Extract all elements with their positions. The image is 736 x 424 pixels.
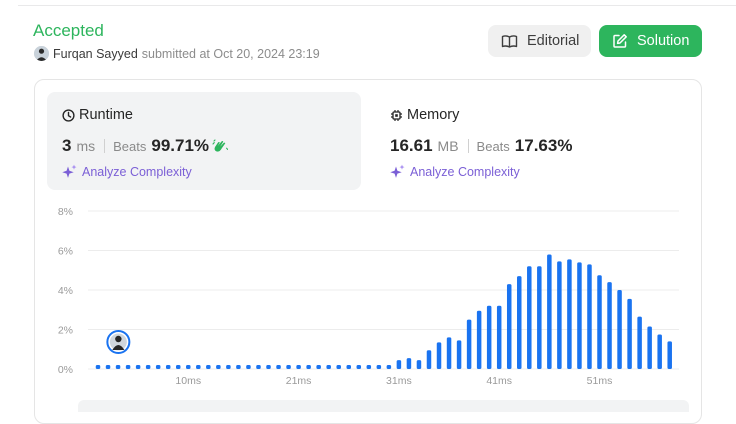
- distribution-bar[interactable]: [196, 365, 201, 369]
- distribution-bar[interactable]: [115, 365, 121, 369]
- distribution-bar[interactable]: [386, 365, 392, 369]
- distribution-bar[interactable]: [376, 365, 382, 369]
- distribution-bar[interactable]: [486, 305, 492, 369]
- distribution-bar[interactable]: [206, 365, 211, 369]
- distribution-bar[interactable]: [326, 365, 331, 369]
- distribution-bar[interactable]: [186, 365, 191, 369]
- distribution-bar[interactable]: [396, 360, 402, 369]
- y-tick-label: 2%: [58, 325, 73, 337]
- distribution-bar[interactable]: [105, 365, 111, 369]
- distribution-bar[interactable]: [346, 365, 352, 369]
- code-panel-top: [78, 400, 689, 412]
- distribution-bar[interactable]: [306, 365, 311, 369]
- distribution-bar[interactable]: [446, 337, 452, 369]
- distribution-bar[interactable]: [226, 365, 231, 369]
- x-tick-label: 51ms: [587, 375, 613, 387]
- distribution-bar[interactable]: [597, 275, 602, 369]
- x-tick-label: 41ms: [486, 375, 512, 387]
- y-tick-label: 4%: [58, 285, 73, 297]
- distribution-bar[interactable]: [155, 365, 161, 369]
- distribution-bar[interactable]: [567, 259, 572, 369]
- distribution-bar[interactable]: [476, 310, 482, 369]
- distribution-bar[interactable]: [216, 365, 221, 369]
- distribution-bar[interactable]: [316, 365, 321, 369]
- distribution-bar[interactable]: [286, 365, 291, 369]
- distribution-bar[interactable]: [647, 326, 652, 369]
- distribution-bar[interactable]: [276, 365, 281, 369]
- distribution-bar[interactable]: [587, 264, 592, 369]
- distribution-bar[interactable]: [607, 282, 612, 369]
- distribution-bar[interactable]: [135, 365, 141, 369]
- distribution-bar[interactable]: [145, 365, 151, 369]
- distribution-bar[interactable]: [125, 365, 131, 369]
- distribution-bar[interactable]: [165, 365, 171, 369]
- distribution-bar[interactable]: [266, 365, 271, 369]
- distribution-bar[interactable]: [175, 365, 181, 369]
- distribution-bar[interactable]: [496, 305, 502, 369]
- distribution-bar[interactable]: [366, 365, 372, 369]
- distribution-bar[interactable]: [667, 341, 672, 369]
- runtime-distribution-chart[interactable]: 0% 2% 4% 6% 8% 10ms 21ms 31ms 41ms 51ms: [0, 0, 736, 410]
- distribution-bar[interactable]: [236, 365, 241, 369]
- distribution-bar[interactable]: [246, 365, 251, 369]
- distribution-bar[interactable]: [657, 334, 662, 369]
- distribution-bar[interactable]: [547, 254, 552, 369]
- distribution-bar[interactable]: [406, 358, 412, 369]
- distribution-bar[interactable]: [537, 266, 542, 369]
- submission-avatar-head: [115, 335, 122, 343]
- distribution-bar[interactable]: [557, 261, 562, 369]
- distribution-bar[interactable]: [527, 266, 532, 369]
- distribution-bar[interactable]: [466, 319, 472, 369]
- x-tick-label: 10ms: [175, 375, 201, 387]
- y-tick-label: 0%: [58, 364, 73, 376]
- distribution-bar[interactable]: [95, 365, 101, 369]
- distribution-bar[interactable]: [506, 284, 512, 369]
- distribution-bar[interactable]: [627, 298, 632, 369]
- y-tick-label: 6%: [58, 246, 73, 258]
- y-tick-label: 8%: [58, 206, 73, 218]
- distribution-bar[interactable]: [296, 365, 301, 369]
- distribution-bar[interactable]: [416, 360, 422, 369]
- x-tick-label: 21ms: [286, 375, 312, 387]
- distribution-bar[interactable]: [617, 290, 622, 369]
- distribution-bar[interactable]: [456, 340, 462, 369]
- distribution-bar[interactable]: [637, 316, 642, 369]
- distribution-bar[interactable]: [436, 342, 442, 369]
- distribution-bar[interactable]: [426, 350, 432, 369]
- distribution-bar[interactable]: [336, 365, 341, 369]
- distribution-bar[interactable]: [356, 365, 362, 369]
- distribution-bar[interactable]: [577, 262, 582, 369]
- x-tick-label: 31ms: [386, 375, 412, 387]
- distribution-bar[interactable]: [517, 276, 522, 369]
- distribution-bar[interactable]: [256, 365, 261, 369]
